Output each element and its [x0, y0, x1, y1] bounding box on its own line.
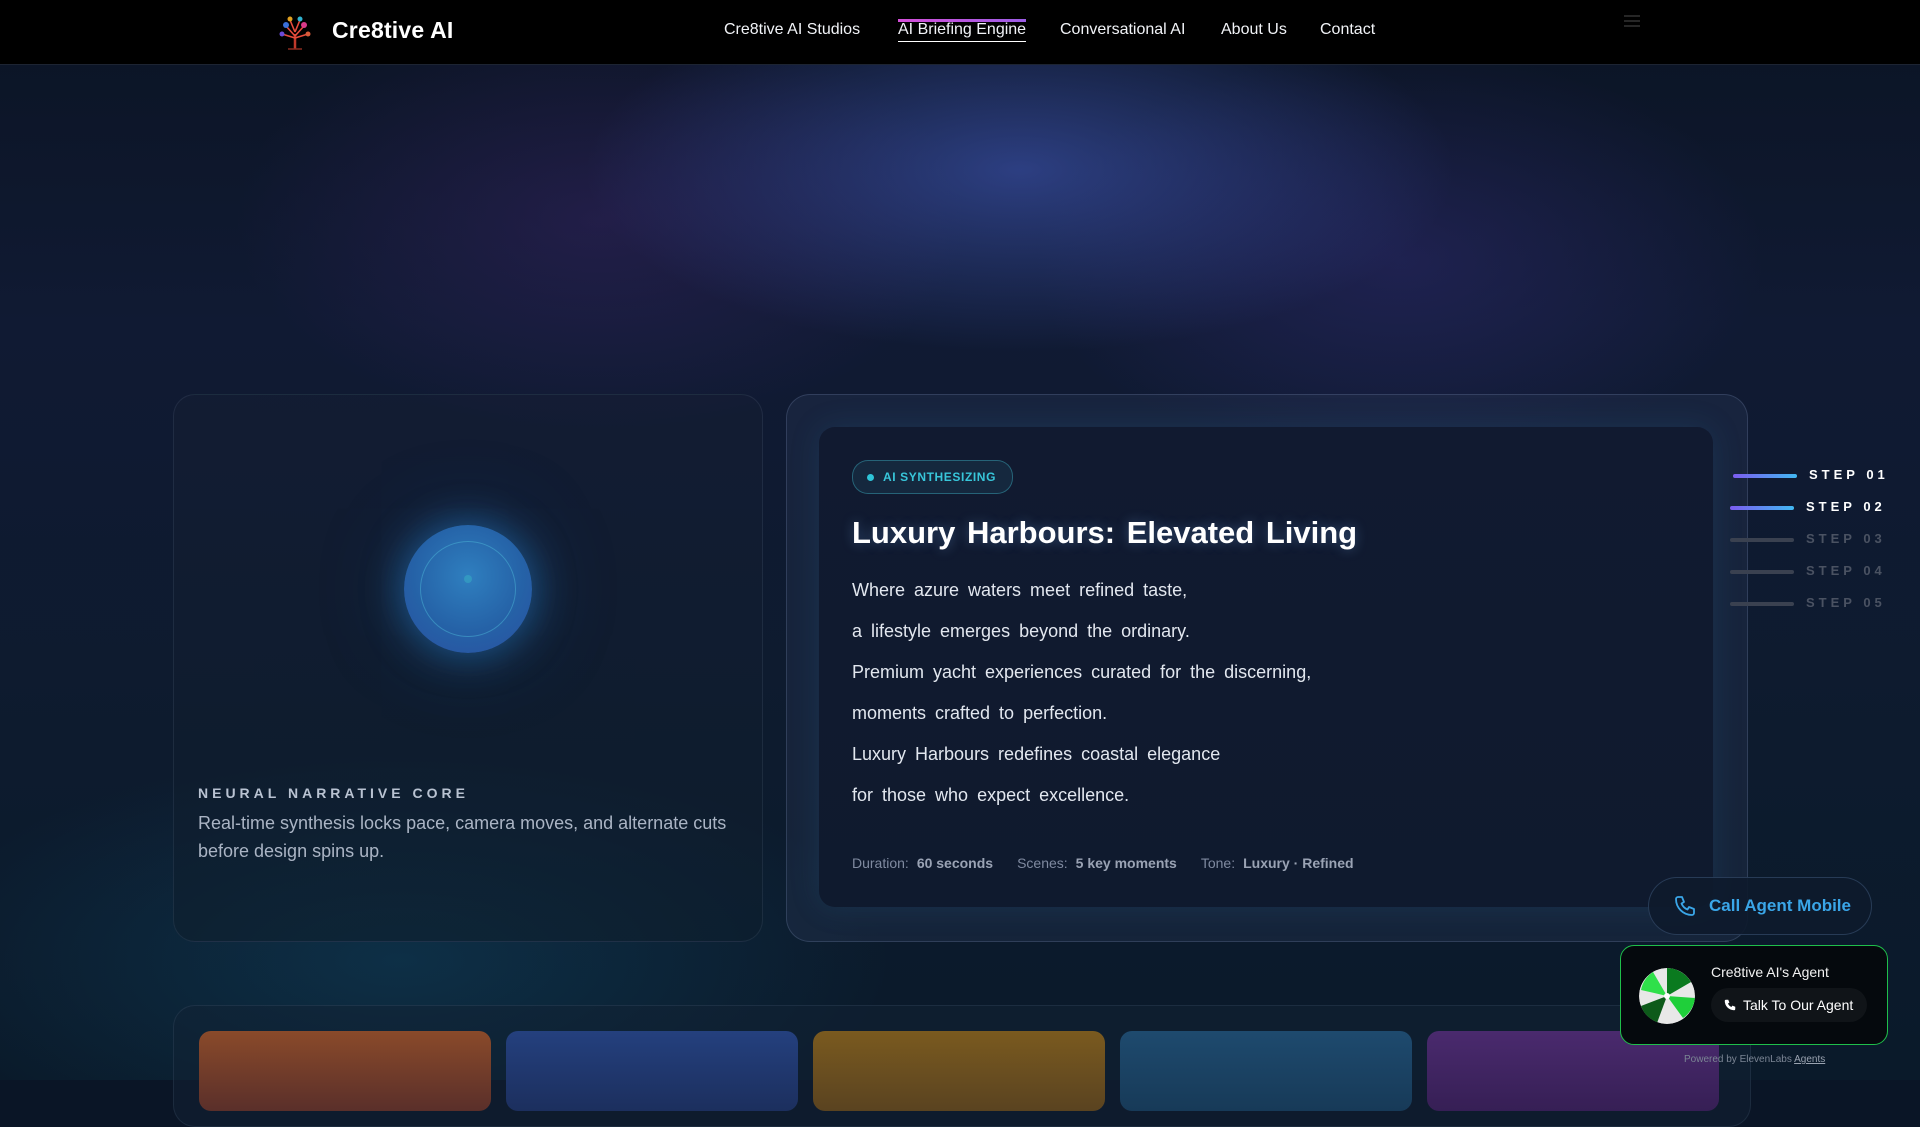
meta-scenes: Scenes: 5 key moments: [1017, 855, 1177, 871]
step-02[interactable]: STEP 02: [1730, 498, 1900, 518]
top-nav: Cre8tive AI Cre8tive AI Studios AI Brief…: [0, 0, 1920, 65]
step-bar: [1730, 602, 1794, 606]
meta-tone-label: Tone:: [1200, 855, 1236, 871]
carousel-tile[interactable]: [813, 1031, 1105, 1111]
card-title: Luxury Harbours: Elevated Living: [852, 515, 1358, 550]
status-badge-label: AI SYNTHESIZING: [883, 470, 997, 484]
phone-icon: [1724, 999, 1736, 1011]
neural-orb: [404, 525, 532, 653]
meta-tone-value: Luxury · Refined: [1243, 855, 1354, 871]
meta-duration-value: 60 seconds: [916, 855, 994, 871]
powered-by-agents-link[interactable]: Agents: [1794, 1054, 1825, 1065]
nav-link-conversational-ai[interactable]: Conversational AI: [1060, 21, 1185, 39]
carousel-tile[interactable]: [1120, 1031, 1412, 1111]
carousel-tile[interactable]: [199, 1031, 491, 1111]
status-dot-icon: [867, 473, 874, 481]
meta-tone: Tone: Luxury · Refined: [1201, 855, 1354, 871]
menu-icon: [1624, 15, 1640, 27]
step-label: STEP 02: [1806, 499, 1886, 514]
powered-by: Powered by ElevenLabs Agents: [1684, 1054, 1825, 1065]
step-label: STEP 05: [1806, 595, 1886, 610]
card-meta: Duration: 60 seconds Scenes: 5 key moments…: [852, 855, 1354, 871]
step-label: STEP 03: [1806, 531, 1886, 546]
step-bar: [1730, 570, 1794, 574]
script-line: Where azure waters meet refined taste,: [852, 580, 1188, 600]
step-label: STEP 04: [1806, 563, 1886, 578]
agent-widget: Cre8tive AI's Agent Talk To Our Agent: [1620, 945, 1888, 1045]
briefing-card: AI SYNTHESIZING Luxury Harbours: Elevate…: [819, 427, 1713, 907]
agent-name: Cre8tive AI's Agent: [1711, 964, 1829, 980]
talk-to-agent-label: Talk To Our Agent: [1743, 997, 1854, 1013]
step-04[interactable]: STEP 04: [1730, 562, 1900, 582]
script-line: Luxury Harbours redefines coastal elegan…: [852, 744, 1221, 764]
meta-duration-label: Duration:: [852, 855, 909, 871]
powered-by-text: Powered by ElevenLabs: [1684, 1054, 1792, 1065]
agent-avatar: [1639, 968, 1695, 1024]
script-line: moments crafted to perfection.: [852, 703, 1108, 723]
step-bar: [1730, 506, 1794, 510]
tree-logo-icon[interactable]: [278, 14, 312, 50]
status-badge: AI SYNTHESIZING: [852, 460, 1014, 494]
step-bar: [1733, 474, 1797, 478]
bottom-carousel: [173, 1005, 1751, 1127]
carousel-tile[interactable]: [506, 1031, 798, 1111]
phone-icon: [1675, 896, 1695, 916]
briefing-card-frame: AI SYNTHESIZING Luxury Harbours: Elevate…: [786, 394, 1748, 942]
nav-link-briefing-engine[interactable]: AI Briefing Engine: [898, 19, 1027, 42]
meta-duration: Duration: 60 seconds: [852, 855, 993, 871]
step-bar: [1730, 538, 1794, 542]
core-label: NEURAL NARRATIVE CORE: [198, 785, 469, 801]
core-description: Real-time synthesis locks pace, camera m…: [198, 813, 727, 861]
call-agent-mobile-button[interactable]: Call Agent Mobile: [1648, 877, 1872, 935]
brand-name[interactable]: Cre8tive AI: [332, 17, 454, 44]
step-label: STEP 01: [1809, 467, 1889, 482]
step-05[interactable]: STEP 05: [1730, 594, 1900, 614]
meta-scenes-label: Scenes:: [1017, 855, 1068, 871]
nav-link-studios[interactable]: Cre8tive AI Studios: [724, 21, 860, 39]
orb-dot: [464, 575, 472, 583]
step-01[interactable]: STEP 01: [1733, 466, 1903, 486]
orb-ring: [420, 541, 516, 637]
talk-to-agent-button[interactable]: Talk To Our Agent: [1711, 988, 1868, 1022]
call-agent-mobile-label: Call Agent Mobile: [1709, 896, 1851, 915]
nav-link-about[interactable]: About Us: [1221, 21, 1287, 39]
neural-core-panel: NEURAL NARRATIVE CORE Real-time synthesi…: [173, 394, 763, 942]
step-03[interactable]: STEP 03: [1730, 530, 1900, 550]
script-line: for those who expect excellence.: [852, 785, 1130, 805]
script-line: Premium yacht experiences curated for th…: [852, 662, 1312, 682]
nav-link-contact[interactable]: Contact: [1320, 21, 1375, 39]
card-script: Where azure waters meet refined taste, a…: [852, 577, 1311, 823]
meta-scenes-value: 5 key moments: [1075, 855, 1177, 871]
script-line: a lifestyle emerges beyond the ordinary.: [852, 621, 1190, 641]
